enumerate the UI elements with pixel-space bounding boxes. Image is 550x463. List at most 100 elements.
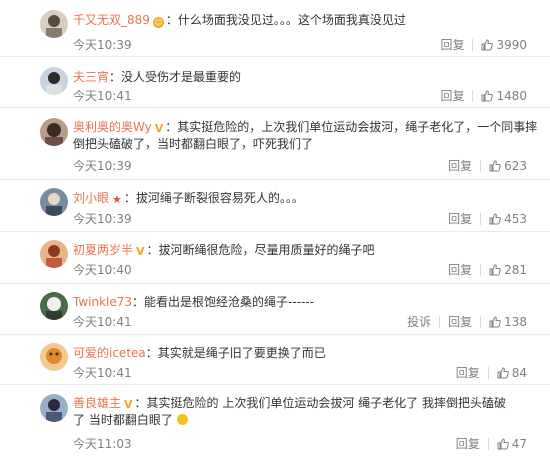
divider bbox=[480, 316, 482, 328]
thumb-up-icon bbox=[497, 367, 509, 379]
reply-button[interactable]: 回复 bbox=[448, 315, 472, 329]
username-link[interactable]: 可爱的icetea bbox=[73, 346, 146, 360]
username-link[interactable]: 夫三宵 bbox=[73, 70, 109, 84]
comment-text: ：其实挺危险的 上次我们单位运动会拔河 绳子老化了 我摔倒把头磕破了 当时都翻白… bbox=[73, 396, 506, 427]
comment-item: 善良雄主 V ：其实挺危险的 上次我们单位运动会拔河 绳子老化了 我摔倒把头磕破了 … bbox=[0, 385, 550, 463]
comment-time: 今天10:39 bbox=[73, 159, 132, 173]
avatar[interactable] bbox=[40, 394, 68, 422]
v-badge-icon: V bbox=[136, 245, 145, 258]
thumb-up-icon bbox=[481, 90, 494, 102]
divider bbox=[480, 264, 482, 276]
thumb-up-icon bbox=[481, 39, 494, 51]
reply-button[interactable]: 回复 bbox=[456, 437, 480, 451]
like-button[interactable]: 84 bbox=[497, 366, 527, 380]
avatar[interactable] bbox=[40, 10, 68, 38]
comment-text-line: 初夏两岁半 V ：拔河断绳很危险，尽量用质量好的绳子吧 bbox=[73, 242, 538, 259]
comment-item: 千又无双_889 ☺ ：什么场面我没见过。。。这个场面我真没见过 今天10:39 回… bbox=[0, 0, 550, 57]
comment-actions: 回复 84 bbox=[456, 366, 527, 380]
comment-actions: 回复 3990 bbox=[440, 38, 527, 52]
divider bbox=[439, 316, 441, 328]
comment-text-line: 奥利奥的奥Wy V ：其实挺危险的，上次我们单位运动会拔河，绳子老化了，一个同事摔倒… bbox=[73, 119, 538, 153]
comment-actions: 投诉 回复 138 bbox=[407, 315, 527, 329]
like-button[interactable]: 281 bbox=[489, 263, 527, 277]
reply-button[interactable]: 回复 bbox=[448, 159, 472, 173]
comment-item: Twinkle73：能看出是根饱经沧桑的绳子------ 今天10:41 投诉 … bbox=[0, 284, 550, 335]
like-button[interactable]: 138 bbox=[489, 315, 527, 329]
like-button[interactable]: 453 bbox=[489, 212, 527, 226]
reply-button[interactable]: 回复 bbox=[440, 38, 464, 52]
reply-button[interactable]: 回复 bbox=[448, 212, 472, 226]
like-button[interactable]: 3990 bbox=[481, 38, 527, 52]
comment-actions: 回复 1480 bbox=[440, 89, 527, 103]
like-button[interactable]: 1480 bbox=[481, 89, 527, 103]
like-count: 623 bbox=[504, 159, 527, 173]
comment-item: 可爱的icetea：其实就是绳子旧了要更换了而已 今天10:41 回复 84 bbox=[0, 335, 550, 385]
like-count: 47 bbox=[511, 437, 527, 451]
comment-text-line: 夫三宵：没人受伤才是最重要的 bbox=[73, 69, 538, 86]
comment-text: ：拔河绳子断裂很容易死人的。。。 bbox=[123, 191, 304, 205]
divider bbox=[472, 39, 474, 51]
comment-time: 今天11:03 bbox=[73, 437, 132, 451]
thumb-up-icon bbox=[489, 264, 501, 276]
reply-button[interactable]: 回复 bbox=[456, 366, 480, 380]
like-count: 138 bbox=[504, 315, 527, 329]
comment-text: ：其实就是绳子旧了要更换了而已 bbox=[145, 346, 326, 360]
thumb-up-icon bbox=[489, 316, 501, 328]
divider bbox=[487, 367, 489, 379]
avatar[interactable] bbox=[40, 343, 68, 371]
username-link[interactable]: 千又无双_889 bbox=[73, 13, 150, 27]
like-count: 84 bbox=[511, 366, 527, 380]
comment-actions: 回复 281 bbox=[448, 263, 527, 277]
star-badge-icon: ★ bbox=[112, 193, 122, 206]
username-link[interactable]: 善良雄主 bbox=[73, 396, 121, 410]
comment-time: 今天10:39 bbox=[73, 38, 132, 52]
avatar[interactable] bbox=[40, 188, 68, 216]
comment-text: ：什么场面我没见过。。。这个场面我真没见过 bbox=[165, 13, 406, 27]
divider bbox=[487, 438, 489, 450]
comment-item: 夫三宵：没人受伤才是最重要的 今天10:41 回复 1480 bbox=[0, 57, 550, 108]
like-button[interactable]: 47 bbox=[497, 437, 527, 451]
report-button[interactable]: 投诉 bbox=[407, 315, 431, 329]
comment-actions: 回复 47 bbox=[456, 437, 527, 451]
comment-time: 今天10:40 bbox=[73, 263, 132, 277]
username-link[interactable]: 刘小眼 bbox=[73, 191, 109, 205]
divider bbox=[480, 160, 482, 172]
thumb-up-icon bbox=[489, 213, 501, 225]
like-button[interactable]: 623 bbox=[489, 159, 527, 173]
v-badge-icon: V bbox=[154, 122, 164, 135]
username-link[interactable]: Twinkle73 bbox=[73, 295, 132, 309]
divider bbox=[472, 90, 474, 102]
username-link[interactable]: 初夏两岁半 bbox=[73, 243, 133, 257]
thumb-up-icon bbox=[497, 438, 509, 450]
comment-time: 今天10:41 bbox=[73, 366, 132, 380]
comment-actions: 回复 453 bbox=[448, 212, 527, 226]
face-emoji-icon bbox=[176, 414, 188, 425]
avatar[interactable] bbox=[40, 67, 68, 95]
comment-text: ：没人受伤才是最重要的 bbox=[109, 70, 242, 84]
reply-button[interactable]: 回复 bbox=[448, 263, 472, 277]
avatar[interactable] bbox=[40, 118, 68, 146]
comment-text-line: Twinkle73：能看出是根饱经沧桑的绳子------ bbox=[73, 294, 538, 311]
comment-item: 初夏两岁半 V ：拔河断绳很危险，尽量用质量好的绳子吧 今天10:40 回复 281 bbox=[0, 232, 550, 284]
comment-time: 今天10:41 bbox=[73, 315, 132, 329]
avatar[interactable] bbox=[40, 292, 68, 320]
comment-time: 今天10:39 bbox=[73, 212, 132, 226]
comment-text-line: 千又无双_889 ☺ ：什么场面我没见过。。。这个场面我真没见过 bbox=[73, 12, 538, 29]
username-link[interactable]: 奥利奥的奥Wy bbox=[73, 120, 152, 134]
comment-text: ：拔河断绳很危险，尽量用质量好的绳子吧 bbox=[146, 243, 375, 257]
comment-item: 奥利奥的奥Wy V ：其实挺危险的，上次我们单位运动会拔河，绳子老化了，一个同事摔倒… bbox=[0, 108, 550, 180]
v-badge-icon: V bbox=[124, 398, 133, 411]
comment-text-line: 善良雄主 V ：其实挺危险的 上次我们单位运动会拔河 绳子老化了 我摔倒把头磕破了 … bbox=[73, 395, 510, 429]
thumb-up-icon bbox=[489, 160, 501, 172]
comment-text: ：能看出是根饱经沧桑的绳子------ bbox=[132, 295, 315, 309]
divider bbox=[480, 213, 482, 225]
reply-button[interactable]: 回复 bbox=[440, 89, 464, 103]
comment-text-line: 刘小眼 ★ ：拔河绳子断裂很容易死人的。。。 bbox=[73, 190, 538, 207]
comment-item: 刘小眼 ★ ：拔河绳子断裂很容易死人的。。。 今天10:39 回复 453 bbox=[0, 180, 550, 232]
avatar[interactable] bbox=[40, 240, 68, 268]
like-count: 3990 bbox=[496, 38, 527, 52]
comment-time: 今天10:41 bbox=[73, 89, 132, 103]
comment-text-line: 可爱的icetea：其实就是绳子旧了要更换了而已 bbox=[73, 345, 538, 362]
comment-actions: 回复 623 bbox=[448, 159, 527, 173]
like-count: 281 bbox=[504, 263, 527, 277]
